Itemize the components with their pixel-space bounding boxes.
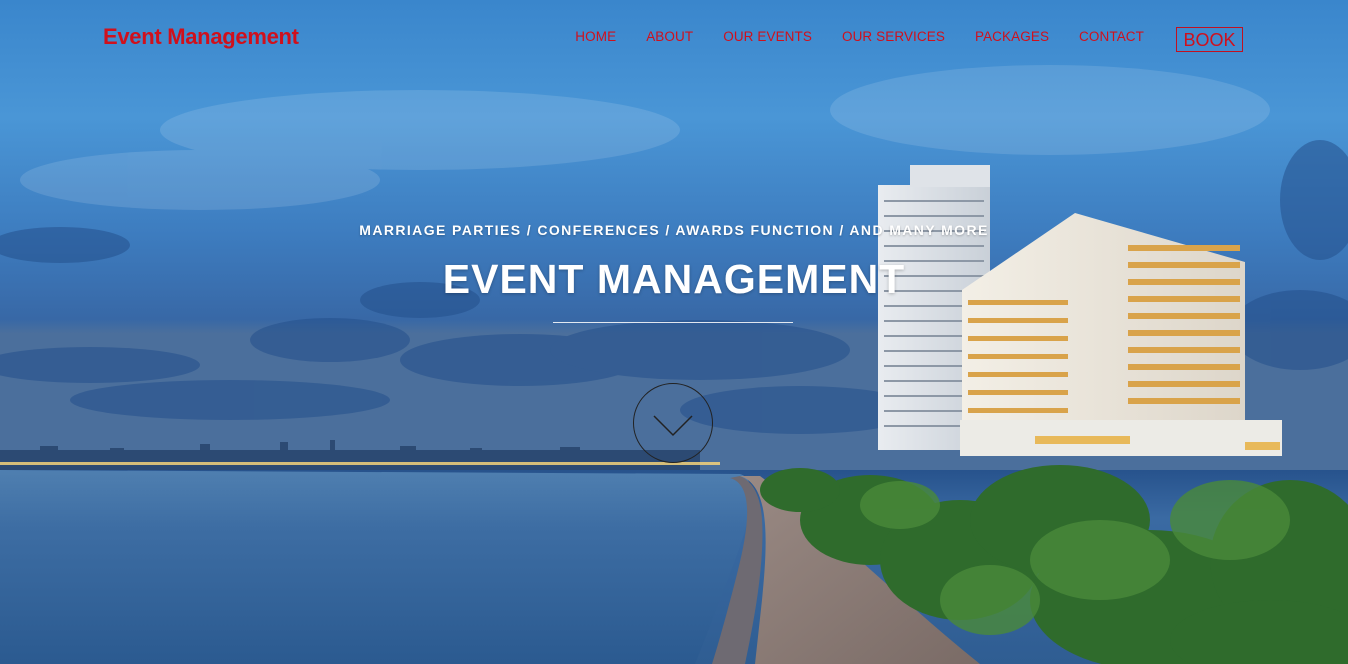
- top-navbar: Event Management HOME ABOUT OUR EVENTS O…: [0, 0, 1348, 76]
- hero-tagline: MARRIAGE PARTIES / CONFERENCES / AWARDS …: [359, 222, 989, 238]
- nav-link-about[interactable]: ABOUT: [646, 29, 693, 44]
- nav-link-contact[interactable]: CONTACT: [1079, 29, 1144, 44]
- scroll-down-button[interactable]: [633, 383, 713, 463]
- hero-divider: [553, 322, 793, 323]
- nav-menu: HOME ABOUT OUR EVENTS OUR SERVICES PACKA…: [545, 29, 1144, 44]
- chevron-down-icon: [653, 415, 693, 437]
- nav-link-our-events[interactable]: OUR EVENTS: [723, 29, 812, 44]
- nav-link-packages[interactable]: PACKAGES: [975, 29, 1049, 44]
- nav-link-home[interactable]: HOME: [575, 29, 616, 44]
- nav-link-our-services[interactable]: OUR SERVICES: [842, 29, 945, 44]
- brand-logo-link[interactable]: Event Management: [103, 24, 299, 50]
- hero-background-image: [0, 0, 1348, 664]
- hero-section: Event Management HOME ABOUT OUR EVENTS O…: [0, 0, 1348, 664]
- hero-title: EVENT MANAGEMENT: [442, 256, 906, 302]
- book-button[interactable]: BOOK: [1176, 27, 1243, 52]
